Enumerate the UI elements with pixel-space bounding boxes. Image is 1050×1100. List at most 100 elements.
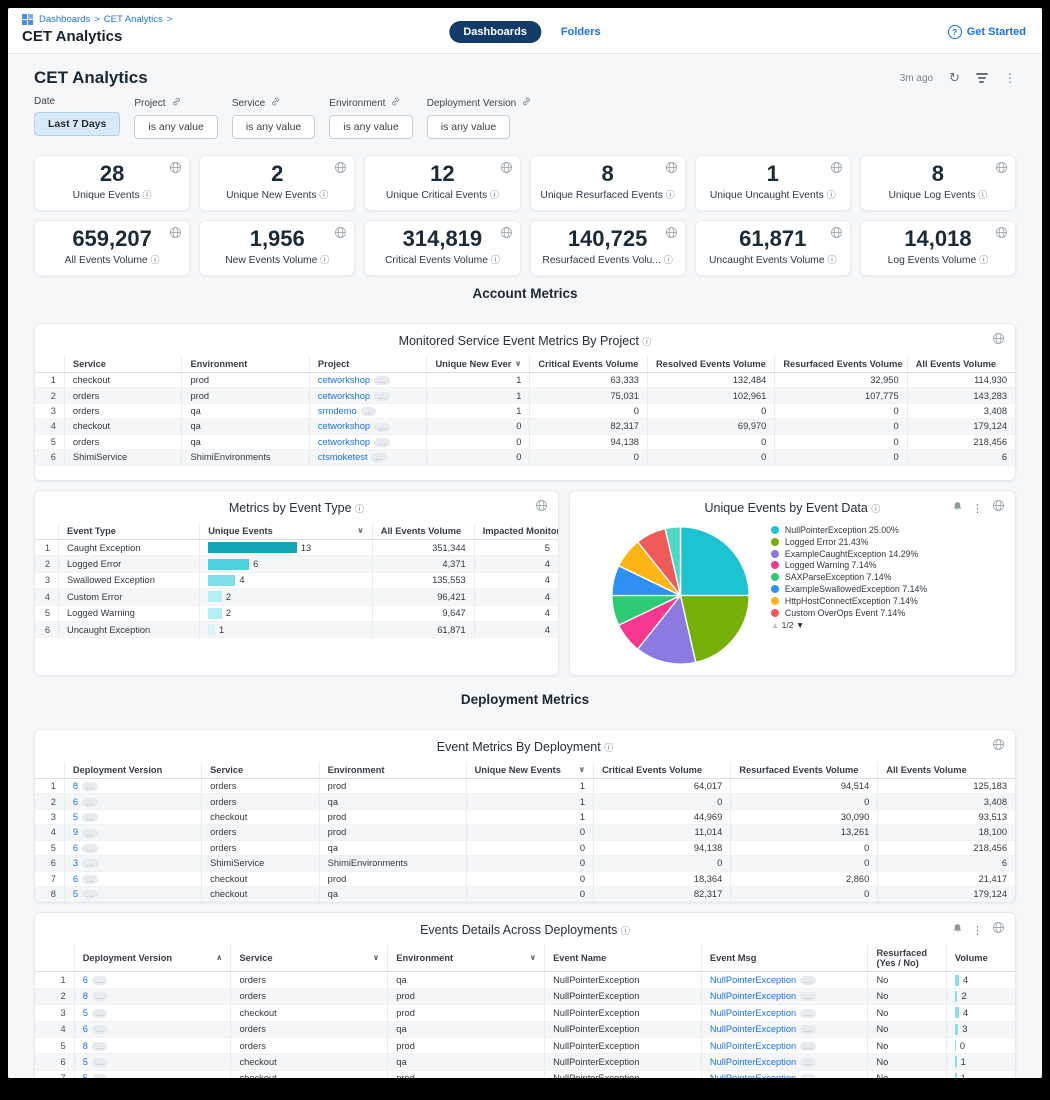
breadcrumb-dashboards[interactable]: Dashboards [39, 14, 90, 25]
more-actions-pill[interactable]: … [82, 813, 98, 822]
column-header[interactable]: Unique New Events∨ [466, 762, 593, 779]
unique-events-bar[interactable] [208, 575, 235, 586]
breadcrumb-current[interactable]: CET Analytics [104, 14, 163, 25]
legend-page-down-icon[interactable]: ▼ [796, 620, 804, 630]
more-actions-pill[interactable]: … [82, 859, 98, 868]
filter-value-chip[interactable]: is any value [134, 115, 217, 139]
column-header[interactable]: Service∨ [231, 945, 388, 972]
info-icon[interactable]: ⓘ [142, 190, 151, 200]
column-header[interactable]: Service [64, 356, 182, 373]
info-icon[interactable]: ⓘ [979, 255, 988, 265]
more-actions-pill[interactable]: … [374, 376, 390, 385]
tile-more-menu-icon[interactable]: ⋮ [972, 924, 983, 937]
more-actions-pill[interactable]: … [92, 976, 108, 985]
unique-events-bar[interactable] [208, 559, 249, 570]
more-actions-pill[interactable]: … [371, 453, 387, 462]
legend-item[interactable]: NullPointerException 25.00% [771, 525, 971, 536]
drill-link[interactable]: 5 [73, 812, 78, 822]
tab-folders[interactable]: Folders [561, 26, 601, 38]
info-icon[interactable]: ⓘ [666, 190, 675, 200]
info-icon[interactable]: ⓘ [664, 255, 673, 265]
column-header[interactable]: Environment [182, 356, 309, 373]
drill-link[interactable]: 6 [73, 874, 78, 884]
drill-link[interactable]: 9 [73, 827, 78, 837]
drill-link[interactable]: srmdemo [318, 406, 357, 416]
unique-events-bar[interactable] [208, 591, 222, 602]
more-actions-pill[interactable]: … [82, 829, 98, 838]
globe-icon[interactable] [169, 226, 182, 244]
legend-item[interactable]: Logged Warning 7.14% [771, 560, 971, 571]
more-actions-pill[interactable]: … [82, 844, 98, 853]
drill-link[interactable]: 5 [73, 889, 78, 899]
column-header[interactable]: Project [309, 356, 427, 373]
column-header[interactable]: Resurfaced Events Volume [731, 762, 878, 779]
drill-link[interactable]: 6 [83, 1024, 88, 1034]
column-header[interactable]: Critical Events Volume [594, 762, 731, 779]
globe-icon[interactable] [830, 226, 843, 244]
more-actions-pill[interactable]: … [82, 798, 98, 807]
column-header[interactable]: Environment∨ [388, 945, 545, 972]
filters-toggle-icon[interactable] [976, 73, 988, 83]
refresh-icon[interactable]: ↻ [949, 70, 960, 86]
more-actions-pill[interactable]: … [92, 1042, 108, 1051]
more-actions-pill[interactable]: … [800, 1058, 816, 1067]
column-header[interactable]: Event Type [59, 523, 200, 540]
column-header[interactable]: Deployment Version∧ [74, 945, 231, 972]
more-actions-pill[interactable]: … [92, 992, 108, 1001]
alert-bell-icon[interactable] [952, 921, 963, 939]
globe-icon[interactable] [169, 161, 182, 179]
more-actions-pill[interactable]: … [92, 1058, 108, 1067]
column-header[interactable]: Impacted Monitored Services [474, 523, 558, 540]
filter-value-chip[interactable]: is any value [232, 115, 315, 139]
globe-icon[interactable] [334, 161, 347, 179]
column-header[interactable]: Deployment Version [64, 762, 201, 779]
column-header[interactable]: Unique New Ever∨ [427, 356, 530, 373]
drill-link[interactable]: NullPointerException [710, 1041, 796, 1051]
tab-dashboards[interactable]: Dashboards [449, 21, 541, 43]
drill-link[interactable]: cetworkshop [318, 421, 370, 431]
column-header[interactable]: All Events Volume [372, 523, 474, 540]
drill-link[interactable]: NullPointerException [710, 1024, 796, 1034]
globe-icon[interactable] [992, 332, 1005, 350]
drill-link[interactable]: NullPointerException [710, 1073, 796, 1078]
filter-value-chip[interactable]: is any value [427, 115, 510, 139]
legend-item[interactable]: ExampleSwallowedException 7.14% [771, 584, 971, 595]
info-icon[interactable]: ⓘ [827, 190, 836, 200]
pie-slice-nullpointerexception[interactable] [680, 527, 749, 596]
globe-icon[interactable] [500, 226, 513, 244]
drill-link[interactable]: 8 [83, 991, 88, 1001]
dashboard-more-menu-icon[interactable]: ⋮ [1004, 71, 1016, 85]
drill-link[interactable]: 8 [83, 1041, 88, 1051]
info-icon[interactable]: ⓘ [151, 255, 160, 265]
info-icon[interactable]: ⓘ [319, 190, 328, 200]
more-actions-pill[interactable]: … [374, 438, 390, 447]
column-header[interactable]: Event Msg [701, 945, 868, 972]
drill-link[interactable]: 3 [73, 858, 78, 868]
tile-more-menu-icon[interactable]: ⋮ [972, 502, 983, 515]
legend-item[interactable]: Logged Error 21.43% [771, 537, 971, 548]
drill-link[interactable]: 5 [83, 1008, 88, 1018]
column-header[interactable]: Resurfaced Events Volume [775, 356, 907, 373]
unique-events-bar[interactable] [208, 542, 297, 553]
column-header[interactable]: Critical Events Volume [530, 356, 648, 373]
more-actions-pill[interactable]: … [800, 992, 816, 1001]
more-actions-pill[interactable]: … [800, 1042, 816, 1051]
info-icon[interactable]: ⓘ [827, 255, 836, 265]
info-icon[interactable]: ⓘ [355, 504, 364, 514]
column-header[interactable]: Service [202, 762, 320, 779]
column-header[interactable]: Volume [946, 945, 1015, 972]
legend-item[interactable]: SAXParseException 7.14% [771, 572, 971, 583]
drill-link[interactable]: 6 [73, 797, 78, 807]
more-actions-pill[interactable]: … [92, 1025, 108, 1034]
globe-icon[interactable] [500, 161, 513, 179]
more-actions-pill[interactable]: … [82, 875, 98, 884]
drill-link[interactable]: NullPointerException [710, 975, 796, 985]
more-actions-pill[interactable]: … [92, 1009, 108, 1018]
info-icon[interactable]: ⓘ [642, 337, 651, 347]
more-actions-pill[interactable]: … [800, 1025, 816, 1034]
legend-page-up-icon[interactable]: ▲ [771, 620, 779, 630]
more-actions-pill[interactable]: … [92, 1074, 108, 1078]
globe-icon[interactable] [992, 738, 1005, 756]
globe-icon[interactable] [992, 499, 1005, 517]
unique-events-bar[interactable] [208, 624, 215, 635]
